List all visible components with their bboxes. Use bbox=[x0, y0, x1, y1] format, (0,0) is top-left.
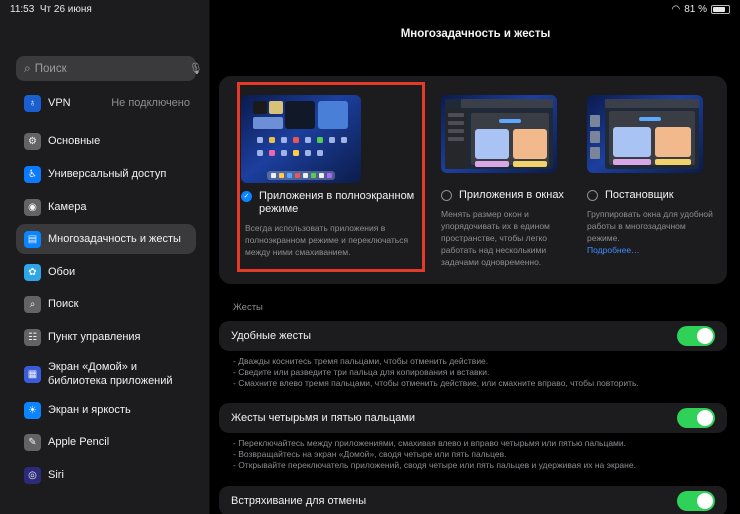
multitasking-icon: ▤ bbox=[24, 230, 41, 248]
note-line: - Сведите или разведите три пальца для к… bbox=[233, 367, 490, 377]
option-fullscreen-description: Всегда использовать приложения в полноэк… bbox=[245, 223, 409, 257]
option-windowed-label: Приложения в окнах bbox=[459, 189, 564, 201]
vpn-icon: ♁ bbox=[24, 94, 41, 112]
sidebar-item-search[interactable]: ⌕ Поиск bbox=[16, 289, 196, 319]
option-stage-manager[interactable]: Постановщик Группировать окна для удобно… bbox=[587, 95, 715, 256]
row-shake-to-undo-label: Встряхивание для отмены bbox=[231, 495, 367, 507]
sidebar-item-apple-pencil[interactable]: ✎ Apple Pencil bbox=[16, 427, 196, 457]
shake-to-undo-toggle[interactable] bbox=[677, 491, 715, 511]
wifi-icon: ◠ bbox=[671, 4, 681, 15]
sidebar-item-vpn[interactable]: ♁ VPN Не подключено bbox=[16, 88, 196, 118]
row-convenient-gestures-label: Удобные жесты bbox=[231, 330, 312, 342]
sidebar: ⌕ 🎙︎ ♁ VPN Не подключено ⚙ Основные ♿ Ун… bbox=[0, 0, 210, 514]
microphone-icon[interactable]: 🎙︎ bbox=[189, 62, 203, 75]
option-stage-manager-description: Группировать окна для удобной работы в м… bbox=[587, 209, 713, 243]
radio-fullscreen-checked[interactable]: ✓ bbox=[241, 191, 252, 202]
note-line: - Дважды коснитесь тремя пальцами, чтобы… bbox=[233, 356, 489, 366]
option-stage-manager-label: Постановщик bbox=[605, 189, 674, 201]
four-five-finger-notes: - Переключайтесь между приложениями, сма… bbox=[233, 438, 636, 471]
option-windowed-description: Менять размер окон и упорядочивать их в … bbox=[441, 209, 550, 267]
windowed-preview-image bbox=[441, 95, 557, 173]
wallpaper-icon: ✿ bbox=[24, 263, 41, 281]
page-title: Многозадачность и жесты bbox=[400, 28, 551, 40]
option-fullscreen-apps[interactable]: ✓ Приложения в полноэкранном режиме Всег… bbox=[241, 95, 419, 258]
main-content: Многозадачность и жесты ✓ Приложения в п… bbox=[211, 0, 740, 514]
battery-fill bbox=[713, 7, 726, 12]
sidebar-item-general[interactable]: ⚙ Основные bbox=[16, 126, 196, 156]
sidebar-item-control-center[interactable]: ☷ Пункт управления bbox=[16, 322, 196, 352]
stage-manager-preview-image bbox=[587, 95, 703, 173]
note-line: - Открывайте переключатель приложений, с… bbox=[233, 460, 636, 470]
control-center-icon: ☷ bbox=[24, 328, 41, 346]
pencil-icon: ✎ bbox=[24, 433, 41, 451]
option-fullscreen-label: Приложения в полноэкранном режиме bbox=[259, 190, 415, 215]
siri-icon: ◎ bbox=[24, 466, 41, 484]
status-bar: 11:53 Чт 26 июня ◠ 81 % bbox=[0, 0, 740, 20]
status-right: ◠ 81 % bbox=[671, 4, 730, 15]
status-time-date: 11:53 Чт 26 июня bbox=[10, 4, 92, 15]
camera-icon: ◉ bbox=[24, 198, 41, 216]
fullscreen-preview-image bbox=[241, 95, 361, 183]
home-screen-icon: ▦ bbox=[24, 365, 41, 383]
brightness-icon: ☀ bbox=[24, 401, 41, 419]
convenient-gestures-notes: - Дважды коснитесь тремя пальцами, чтобы… bbox=[233, 356, 639, 389]
status-date: Чт 26 июня bbox=[39, 4, 92, 15]
sidebar-item-camera[interactable]: ◉ Камера bbox=[16, 192, 196, 222]
multitasking-options-card: ✓ Приложения в полноэкранном режиме Всег… bbox=[219, 76, 727, 284]
sidebar-item-multitasking[interactable]: ▤ Многозадачность и жесты bbox=[16, 224, 196, 254]
sidebar-item-siri[interactable]: ◎ Siri bbox=[16, 460, 196, 490]
sidebar-item-accessibility[interactable]: ♿ Универсальный доступ bbox=[16, 159, 196, 189]
radio-stage-manager[interactable] bbox=[587, 190, 598, 201]
note-line: - Переключайтесь между приложениями, сма… bbox=[233, 438, 627, 448]
battery-icon bbox=[711, 5, 730, 14]
sidebar-item-home-screen[interactable]: ▦ Экран «Домой» и библиотека приложений bbox=[16, 354, 196, 394]
row-shake-to-undo[interactable]: Встряхивание для отмены bbox=[219, 486, 727, 514]
row-four-five-finger-gestures[interactable]: Жесты четырьмя и пятью пальцами bbox=[219, 403, 727, 433]
note-line: - Смахните влево тремя пальцами, чтобы о… bbox=[233, 378, 639, 388]
four-five-finger-toggle[interactable] bbox=[677, 408, 715, 428]
status-time: 11:53 bbox=[10, 4, 35, 15]
row-convenient-gestures[interactable]: Удобные жесты bbox=[219, 321, 727, 351]
search-icon: ⌕ bbox=[24, 61, 31, 75]
gestures-section-header: Жесты bbox=[233, 302, 263, 313]
learn-more-link[interactable]: Подробнее… bbox=[587, 244, 715, 256]
search-field[interactable]: ⌕ 🎙︎ bbox=[16, 56, 203, 81]
battery-percent: 81 % bbox=[684, 4, 707, 15]
search-input[interactable] bbox=[34, 62, 189, 75]
convenient-gestures-toggle[interactable] bbox=[677, 326, 715, 346]
sidebar-item-wallpaper[interactable]: ✿ Обои bbox=[16, 257, 196, 287]
scrolled-header-ghost bbox=[22, 28, 192, 46]
gear-icon: ⚙ bbox=[24, 132, 41, 150]
row-four-five-finger-label: Жесты четырьмя и пятью пальцами bbox=[231, 412, 416, 424]
accessibility-icon: ♿ bbox=[24, 165, 41, 183]
option-windowed-apps[interactable]: Приложения в окнах Менять размер окон и … bbox=[441, 95, 569, 268]
search-icon: ⌕ bbox=[24, 295, 41, 313]
note-line: - Возвращайтесь на экран «Домой», сводя … bbox=[233, 449, 507, 459]
radio-windowed[interactable] bbox=[441, 190, 452, 201]
sidebar-item-display[interactable]: ☀ Экран и яркость bbox=[16, 395, 196, 425]
